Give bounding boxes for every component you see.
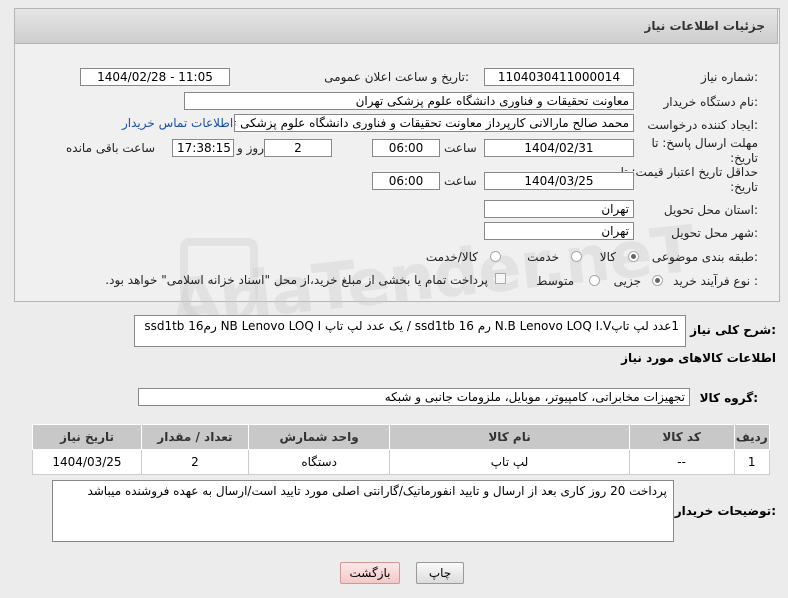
category-radio-goods[interactable] [628,251,639,262]
price-validity-date-field[interactable]: 1404/03/25 [484,172,634,190]
goods-info-title: اطلاعات کالاهای مورد نیاز [621,351,776,365]
delivery-province-label: استان محل تحویل: [663,203,758,217]
process-option-minor: جزیی [613,274,641,288]
reply-deadline-time-field[interactable]: 06:00 [372,139,440,157]
delivery-city-label: شهر محل تحویل: [671,226,758,240]
need-number-label: شماره نیاز: [700,70,758,84]
process-radio-medium[interactable] [589,275,600,286]
description-label: شرح کلی نیاز: [690,323,776,337]
buyer-org-label: نام دستگاه خریدار: [663,95,759,109]
buyer-org-field[interactable]: معاونت تحقیقات و فناوری دانشگاه علوم پزش… [184,92,634,110]
category-option-goods-service: کالا/خدمت [425,250,478,264]
cell-row-number: 1 [733,449,770,475]
days-label: روز و [237,141,264,155]
category-option-goods: کالا [599,250,616,264]
buyer-contact-link[interactable]: اطلاعات تماس خریدار [122,116,233,130]
requester-field[interactable]: محمد صالح مارالانی کارپرداز معاونت تحقیق… [234,114,634,132]
buyer-notes-label: توضیحات خریدار: [674,504,776,518]
process-radio-minor[interactable] [652,275,663,286]
goods-group-field[interactable]: تجهیزات مخابراتی، کامپیوتر، موبایل، ملزو… [138,388,690,406]
treasury-payment-checkbox[interactable] [495,273,506,284]
col-need-date: تاریخ نیاز [32,424,142,450]
reply-deadline-time-label: ساعت [444,141,477,155]
cell-item-code: -- [628,449,735,475]
announce-datetime-field[interactable]: 1404/02/28 - 11:05 [80,68,230,86]
category-radio-goods-service[interactable] [490,251,501,262]
col-row-number: ردیف [733,424,770,450]
remaining-time-field[interactable]: 17:38:15 [172,139,234,157]
cell-need-date: 1404/03/25 [32,449,142,475]
items-table: ردیف کد کالا نام کالا واحد شمارش تعداد /… [32,424,770,475]
page-title: جزئیات اطلاعات نیاز [644,19,765,33]
col-item-name: نام کالا [389,424,630,450]
price-validity-time-label: ساعت [444,174,477,188]
back-button[interactable]: بازگشت [340,562,400,584]
requester-label: ایجاد کننده درخواست: [647,118,758,132]
category-option-service: خدمت [527,250,559,264]
table-header-row: ردیف کد کالا نام کالا واحد شمارش تعداد /… [32,424,770,450]
category-label: طبقه بندی موضوعی: [651,250,758,264]
buyer-notes-field[interactable]: پرداخت 20 روز کاری بعد از ارسال و تایید … [52,480,674,542]
table-row[interactable]: 1 -- لپ تاپ دستگاه 2 1404/03/25 [32,449,770,475]
remaining-days-field[interactable]: 2 [264,139,332,157]
cell-quantity: 2 [140,449,249,475]
print-button[interactable]: چاپ [416,562,464,584]
price-validity-time-field[interactable]: 06:00 [372,172,440,190]
cell-unit: دستگاه [247,449,391,475]
col-quantity: تعداد / مقدار [140,424,249,450]
announce-datetime-label: تاریخ و ساعت اعلان عمومی: [324,70,469,84]
delivery-city-field[interactable]: تهران [484,222,634,240]
delivery-province-field[interactable]: تهران [484,200,634,218]
category-radio-service[interactable] [571,251,582,262]
need-number-field[interactable]: 1104030411000014 [484,68,634,86]
goods-group-label: گروه کالا: [699,391,758,405]
treasury-payment-note: پرداخت تمام یا بخشی از مبلغ خرید،از محل … [105,273,488,287]
reply-deadline-date-field[interactable]: 1404/02/31 [484,139,634,157]
process-option-medium: متوسط [536,274,574,288]
cell-item-name: لپ تاپ [389,449,630,475]
remaining-time-label: ساعت باقی مانده [66,141,156,155]
reply-deadline-label: مهلت ارسال پاسخ: تا تاریخ: [651,136,758,165]
price-validity-label: حداقل تاریخ اعتبار قیمت: تا تاریخ: [620,165,758,194]
process-type-label: نوع فرآیند خرید : [673,274,758,288]
col-unit: واحد شمارش [247,424,391,450]
description-field[interactable]: 1عدد لپ تاپN.B Lenovo LOQ I.V رم 16 ssd1… [134,315,686,347]
panel-header: جزئیات اطلاعات نیاز [14,8,778,44]
col-item-code: کد کالا [628,424,735,450]
